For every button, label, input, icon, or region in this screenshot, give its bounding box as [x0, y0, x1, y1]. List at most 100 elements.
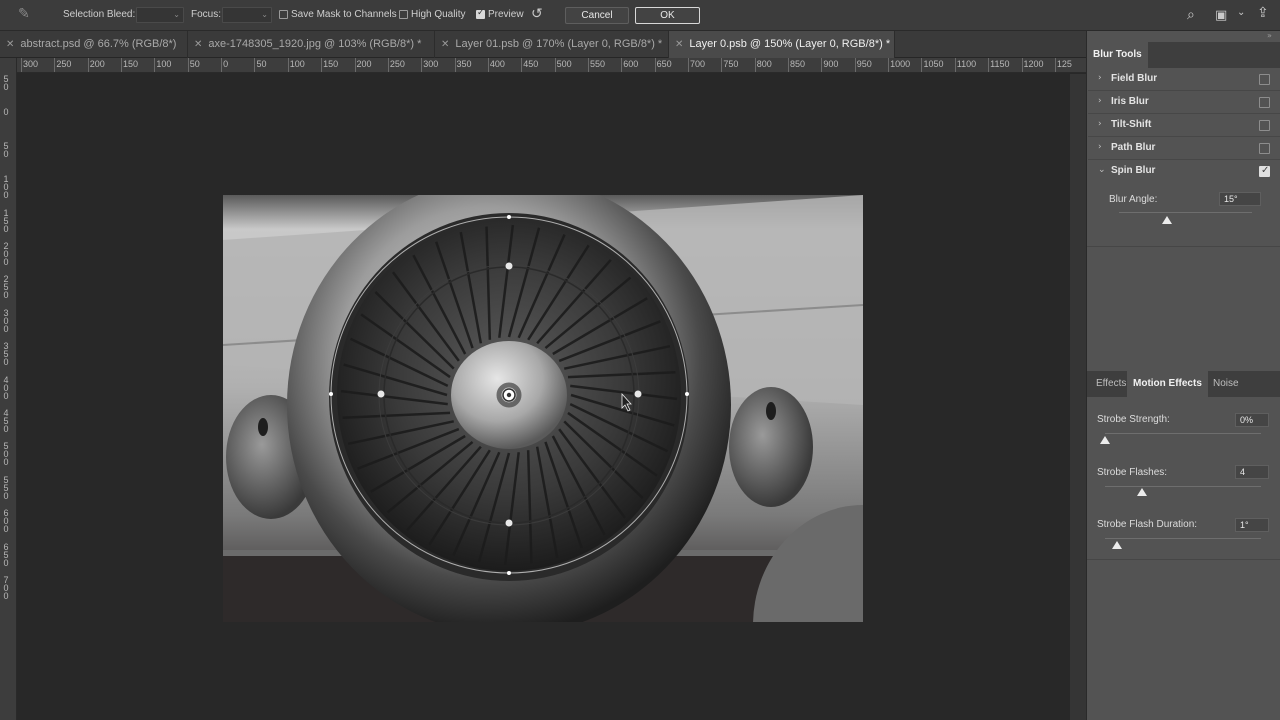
strobe-flashes-slider-thumb[interactable] — [1137, 488, 1148, 496]
blur-tool-path[interactable]: › Path Blur — [1088, 137, 1280, 160]
blur-angle-slider-thumb[interactable] — [1161, 216, 1172, 224]
ruler-tick-label: 250 — [56, 59, 72, 69]
ruler-tick-label: 0 — [3, 107, 9, 118]
ruler-tick — [954, 58, 956, 72]
ruler-tick — [554, 58, 556, 72]
ruler-tick — [454, 58, 456, 72]
spin-blur-checkbox[interactable] — [1259, 165, 1270, 177]
selection-bleed-dropdown[interactable]: ⌄ — [136, 7, 184, 23]
ruler-tick-label: 1050 — [923, 59, 944, 69]
strobe-flash-duration-slider-track[interactable] — [1105, 538, 1261, 539]
strobe-strength-field[interactable]: 0% — [1235, 413, 1269, 427]
focus-dropdown[interactable]: ⌄ — [222, 7, 272, 23]
close-icon[interactable]: ✕ — [6, 39, 14, 50]
ruler-tick-label: 250 — [389, 59, 405, 69]
strobe-flashes-field[interactable]: 4 — [1235, 465, 1269, 479]
blur-angle-label: Blur Angle: — [1109, 194, 1158, 205]
preview-checkbox[interactable] — [476, 8, 485, 19]
blur-tool-name: Spin Blur — [1111, 165, 1156, 176]
chevron-down-icon[interactable]: ⌄ — [1237, 7, 1245, 18]
strobe-flash-duration-slider-thumb[interactable] — [1112, 541, 1123, 549]
ruler-vertical[interactable]: 5005010015020025030035040045050055060065… — [0, 58, 17, 720]
ruler-tick — [421, 58, 423, 72]
close-icon[interactable]: ✕ — [441, 39, 449, 50]
search-icon[interactable]: ⌕ — [1187, 7, 1195, 23]
chevron-down-icon: ⌄ — [173, 10, 180, 19]
pin-tool-icon[interactable]: ✎ — [18, 6, 30, 22]
ruler-horizontal[interactable]: 300 250 200 150 100 50 0 50 100 150 200 250 300 350 40… — [17, 58, 1086, 73]
collapse-panel-icon[interactable]: » — [1267, 31, 1272, 40]
ruler-tick — [788, 58, 790, 72]
ruler-tick-label: 550 — [589, 59, 605, 69]
ruler-tick-label: 450 — [523, 59, 539, 69]
panel-tab-blur-tools[interactable]: Blur Tools — [1087, 42, 1148, 68]
vertical-scrollbar[interactable] — [1070, 74, 1086, 720]
tab-layer01[interactable]: ✕ Layer 01.psb @ 170% (Layer 0, RGB/8*) * — [435, 31, 669, 58]
ruler-tick-label: 400 — [3, 374, 9, 401]
chevron-down-icon: ⌄ — [1098, 165, 1106, 175]
close-icon[interactable]: ✕ — [194, 39, 202, 50]
ruler-tick-label: 150 — [123, 59, 139, 69]
ruler-tick — [754, 58, 756, 72]
ruler-tick — [221, 58, 223, 72]
blur-tool-field[interactable]: › Field Blur — [1088, 68, 1280, 91]
share-icon[interactable]: ⇪ — [1257, 5, 1269, 21]
ruler-tick-label: 250 — [3, 274, 9, 301]
tab-abstract[interactable]: ✕ abstract.psd @ 66.7% (RGB/8*) — [0, 31, 188, 58]
ruler-tick-label: 50 — [3, 74, 9, 92]
ruler-tick — [888, 58, 890, 72]
ruler-tick-label: 125 — [1056, 59, 1072, 69]
ruler-tick-label: 700 — [690, 59, 706, 69]
cancel-button[interactable]: Cancel — [565, 7, 629, 24]
tab-label: Layer 0.psb @ 150% (Layer 0, RGB/8*) * — [689, 38, 891, 50]
ruler-tick-label: 50 — [3, 140, 9, 159]
blur-tool-tilt-shift[interactable]: › Tilt-Shift — [1088, 114, 1280, 137]
strobe-strength-slider-track[interactable] — [1105, 433, 1261, 434]
ruler-tick — [121, 58, 123, 72]
blur-tool-name: Iris Blur — [1111, 96, 1149, 107]
focus-label: Focus: — [191, 9, 222, 20]
ruler-tick — [1021, 58, 1023, 72]
blur-angle-field[interactable]: 15° — [1219, 192, 1261, 206]
ruler-tick-label: 100 — [3, 174, 9, 201]
blur-tool-name: Path Blur — [1111, 142, 1156, 153]
tab-layer0[interactable]: ✕ Layer 0.psb @ 150% (Layer 0, RGB/8*) * — [669, 31, 895, 58]
path-blur-checkbox[interactable] — [1259, 143, 1270, 154]
tilt-shift-checkbox[interactable] — [1259, 120, 1270, 131]
blur-tool-spin[interactable]: ⌄ Spin Blur — [1088, 160, 1280, 183]
blur-tool-iris[interactable]: › Iris Blur — [1088, 91, 1280, 114]
high-quality-label: High Quality — [411, 9, 466, 20]
strobe-strength-slider-thumb[interactable] — [1100, 436, 1110, 444]
chevron-right-icon: › — [1098, 96, 1102, 106]
document-image[interactable] — [223, 195, 863, 622]
chevron-right-icon: › — [1098, 73, 1102, 83]
strobe-flash-duration-field[interactable]: 1° — [1235, 518, 1269, 532]
ruler-tick — [988, 58, 990, 72]
ruler-tick-label: 100 — [156, 59, 172, 69]
ok-button[interactable]: OK — [635, 7, 700, 24]
ruler-tick — [21, 58, 22, 72]
ruler-tick-label: 500 — [3, 441, 9, 468]
tab-axe[interactable]: ✕ axe-1748305_1920.jpg @ 103% (RGB/8*) * — [188, 31, 435, 58]
save-mask-checkbox[interactable] — [279, 10, 288, 19]
tab-label: abstract.psd @ 66.7% (RGB/8*) — [20, 38, 177, 50]
strobe-flashes-label: Strobe Flashes: — [1097, 467, 1168, 478]
ruler-tick-label: 550 — [3, 474, 9, 501]
ruler-tick-label: 1200 — [1023, 59, 1044, 69]
close-icon[interactable]: ✕ — [675, 39, 683, 50]
reset-icon[interactable]: ↺ — [531, 6, 543, 22]
ruler-tick — [821, 58, 823, 72]
ruler-tick-label: 1150 — [990, 59, 1010, 69]
tab-motion-effects[interactable]: Motion Effects — [1127, 371, 1208, 397]
blur-angle-slider-track[interactable] — [1119, 212, 1252, 213]
ruler-tick-label: 300 — [423, 59, 439, 69]
tab-noise[interactable]: Noise — [1207, 371, 1245, 397]
field-blur-checkbox[interactable] — [1259, 74, 1270, 85]
workspace-icon[interactable]: ▣ — [1215, 8, 1227, 23]
strobe-flashes-slider-track[interactable] — [1105, 486, 1261, 487]
iris-blur-checkbox[interactable] — [1259, 97, 1270, 108]
ruler-tick — [487, 58, 489, 72]
ruler-tick-label: 950 — [856, 59, 872, 69]
high-quality-checkbox[interactable] — [399, 10, 408, 19]
ruler-tick — [187, 58, 189, 72]
